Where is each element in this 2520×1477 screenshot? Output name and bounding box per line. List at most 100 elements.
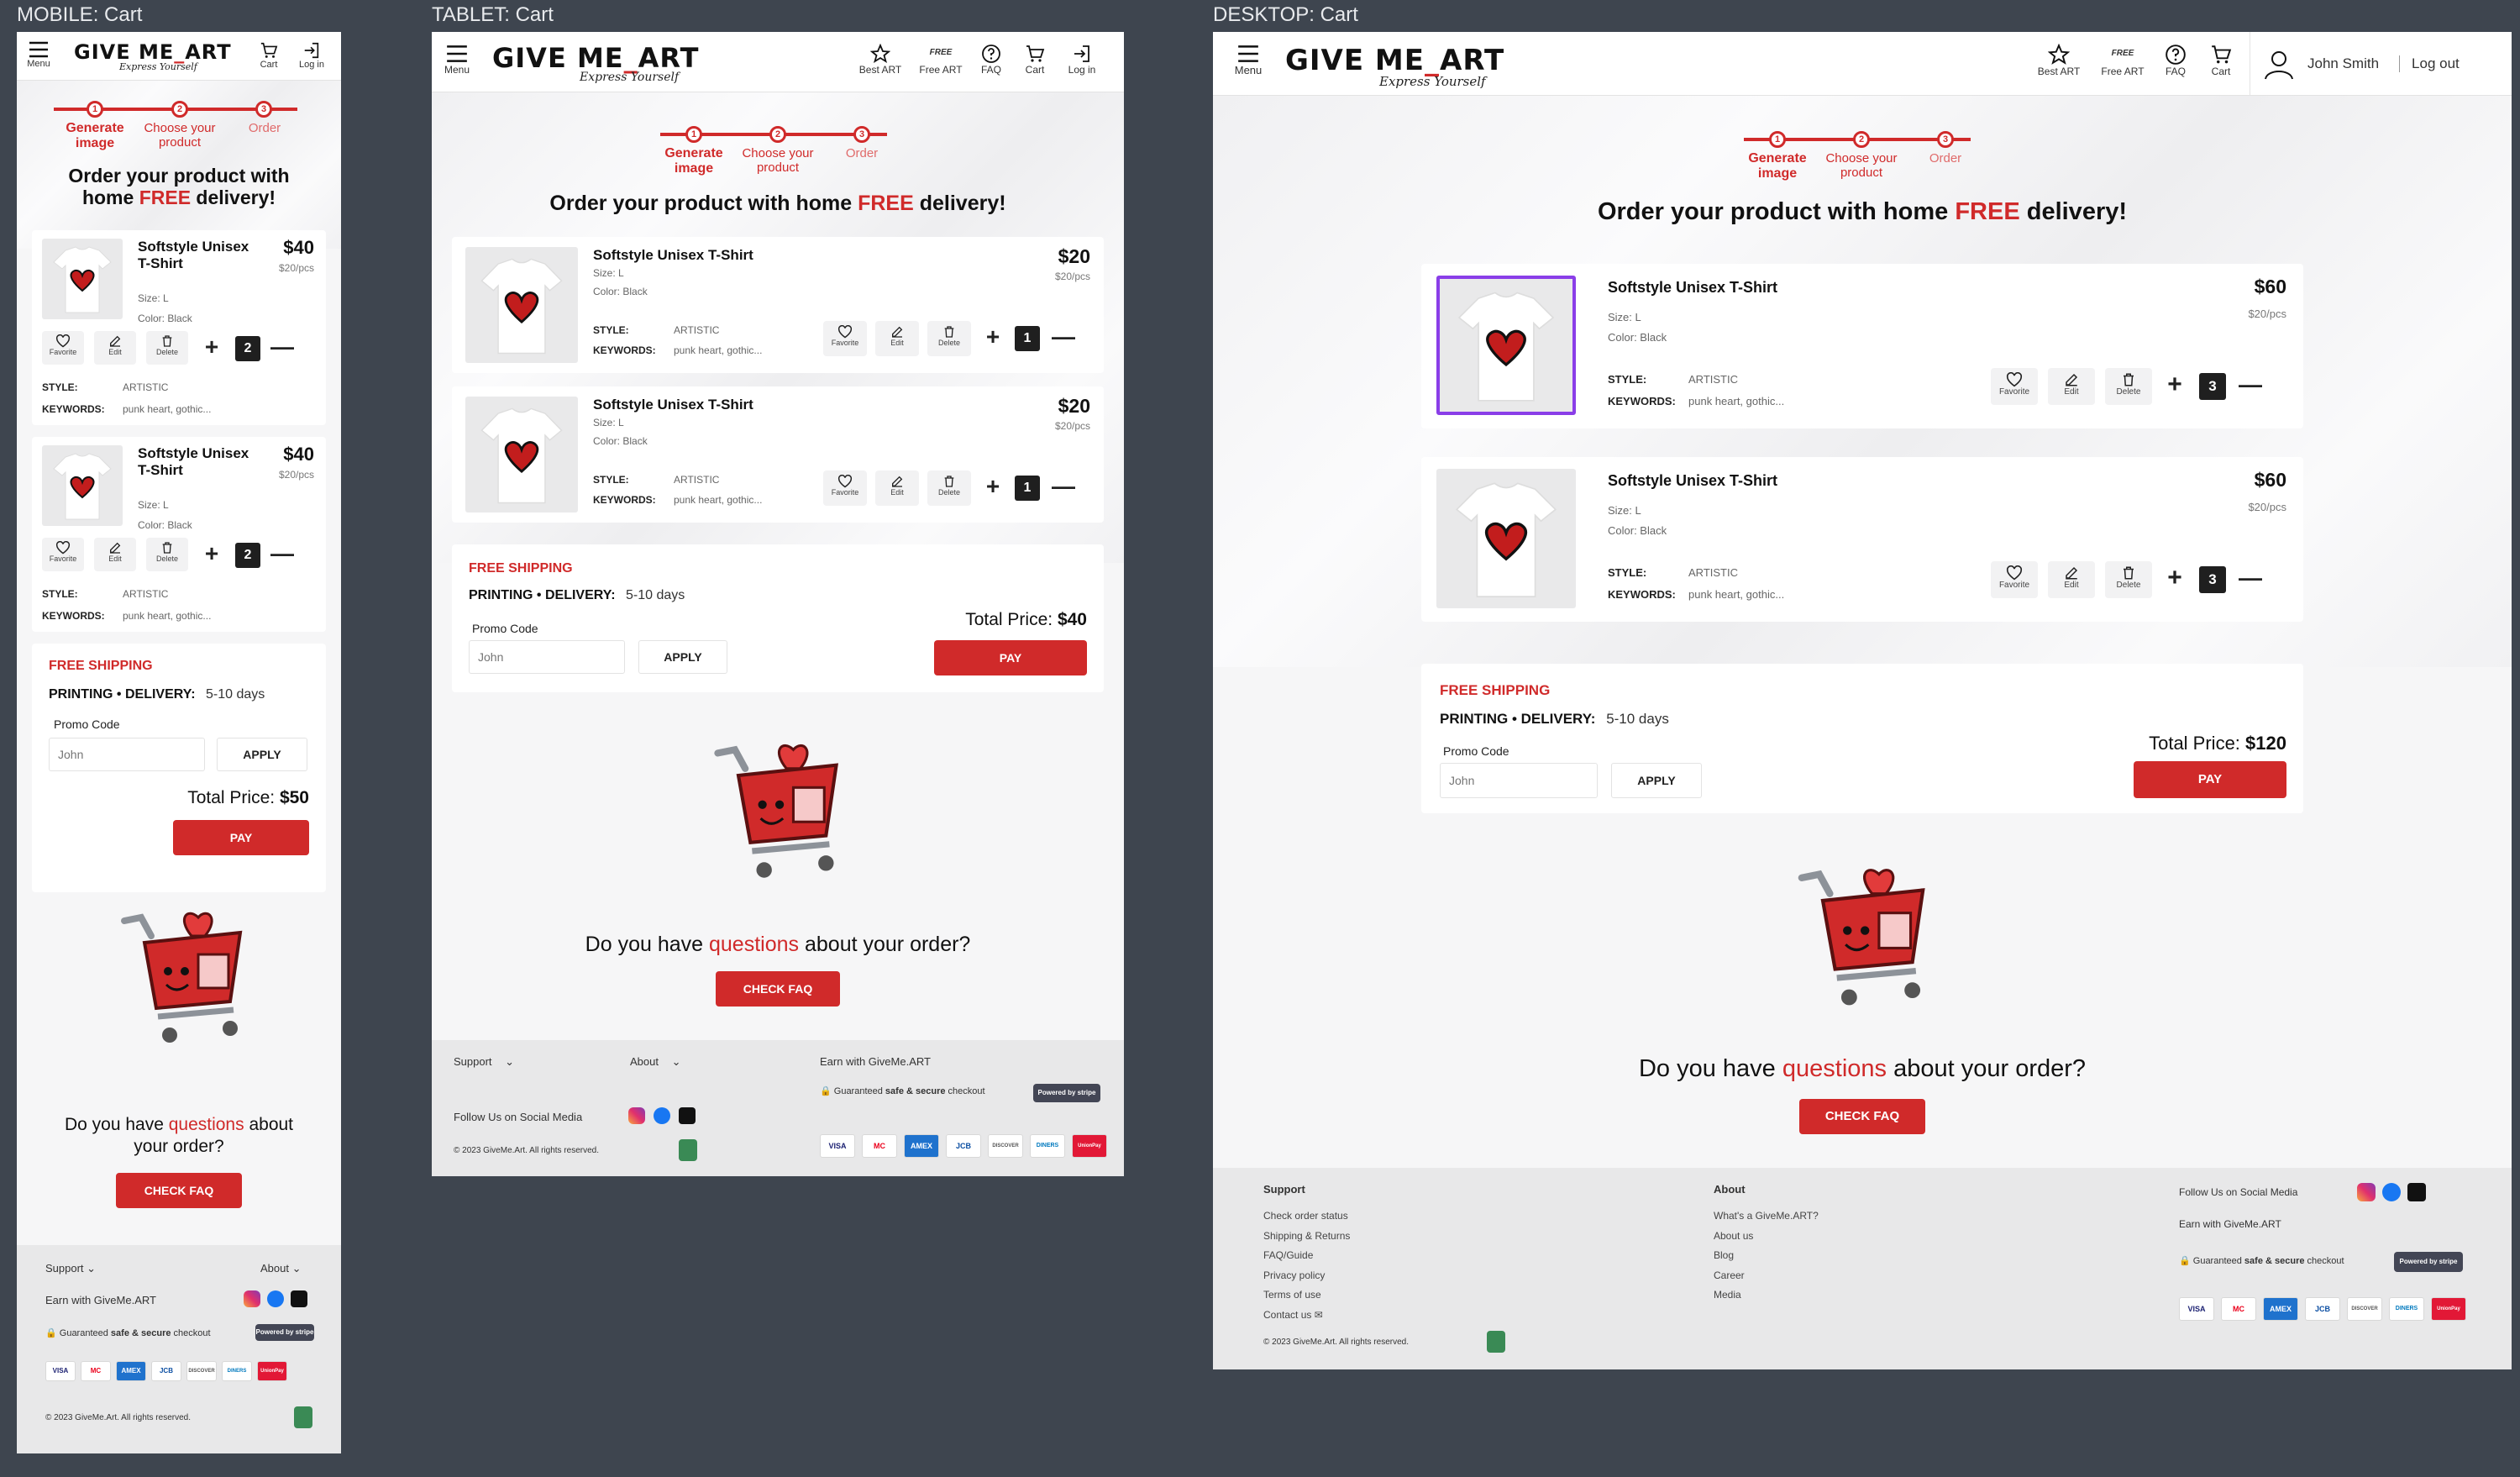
about-link[interactable]: Career (1714, 1266, 1819, 1286)
promo-code-input[interactable] (1440, 763, 1598, 798)
check-faq-button[interactable]: CHECK FAQ (1799, 1099, 1925, 1134)
quantity-value[interactable]: 2 (235, 543, 260, 568)
check-faq-button[interactable]: CHECK FAQ (716, 971, 840, 1007)
support-link[interactable]: FAQ/Guide (1263, 1246, 1350, 1266)
quantity-value[interactable]: 2 (235, 336, 260, 361)
edit-button[interactable]: Edit (2048, 561, 2095, 598)
facebook-icon[interactable] (267, 1290, 284, 1307)
cart-button[interactable]: Cart (254, 41, 284, 70)
login-button[interactable]: Log in (1063, 44, 1100, 76)
edit-button[interactable]: Edit (875, 321, 919, 356)
delete-button[interactable]: Delete (2105, 561, 2152, 598)
free-art-button[interactable]: FREE Free ART (916, 44, 966, 76)
favorite-button[interactable]: Favorite (1991, 561, 2038, 598)
logo[interactable]: GIVE ME_ART (1285, 44, 1504, 77)
quantity-value[interactable]: 1 (1015, 476, 1040, 501)
logo[interactable]: GIVE ME_ART (492, 42, 699, 74)
earn-link[interactable]: Earn with GiveMe.ART (820, 1055, 931, 1068)
decrease-qty-button[interactable]: — (269, 334, 296, 361)
apply-button[interactable]: APPLY (638, 640, 727, 674)
product-image[interactable] (465, 397, 578, 512)
increase-qty-button[interactable]: + (2160, 565, 2189, 593)
decrease-qty-button[interactable]: — (1050, 324, 1077, 351)
earn-link[interactable]: Earn with GiveMe.ART (2179, 1218, 2281, 1230)
free-art-button[interactable]: FREE Free ART (2097, 44, 2149, 77)
tiktok-icon[interactable] (291, 1290, 307, 1307)
quantity-value[interactable]: 1 (1015, 326, 1040, 351)
instagram-icon[interactable] (244, 1290, 260, 1307)
favorite-button[interactable]: Favorite (42, 538, 84, 571)
instagram-icon[interactable] (2357, 1183, 2376, 1201)
user-profile[interactable]: John Smith Log out (2250, 32, 2460, 96)
pay-button[interactable]: PAY (2134, 761, 2286, 798)
delete-button[interactable]: Delete (2105, 368, 2152, 405)
earn-link[interactable]: Earn with GiveMe.ART (45, 1294, 156, 1306)
support-link[interactable]: Privacy policy (1263, 1266, 1350, 1286)
pay-button[interactable]: PAY (934, 640, 1087, 675)
favorite-button[interactable]: Favorite (1991, 368, 2038, 405)
tiktok-icon[interactable] (679, 1107, 696, 1124)
about-link[interactable]: What's a GiveMe.ART? (1714, 1206, 1819, 1227)
decrease-qty-button[interactable]: — (2236, 371, 2265, 400)
promo-code-input[interactable] (49, 738, 205, 771)
edit-button[interactable]: Edit (2048, 368, 2095, 405)
faq-button[interactable]: FAQ (974, 44, 1008, 76)
favorite-button[interactable]: Favorite (823, 321, 867, 356)
increase-qty-button[interactable]: + (198, 334, 225, 361)
facebook-icon[interactable] (654, 1107, 670, 1124)
product-image[interactable] (465, 247, 578, 363)
cart-button[interactable]: Cart (1018, 44, 1052, 76)
decrease-qty-button[interactable]: — (1050, 474, 1077, 501)
footer-support-toggle[interactable]: Support ⌄ (454, 1055, 514, 1069)
facebook-icon[interactable] (2382, 1183, 2401, 1201)
faq-button[interactable]: FAQ (2159, 44, 2192, 77)
menu-button[interactable]: Menu (440, 44, 474, 76)
cart-button[interactable]: Cart (2204, 44, 2238, 77)
quantity-value[interactable]: 3 (2199, 566, 2226, 593)
increase-qty-button[interactable]: + (979, 324, 1006, 351)
promo-code-input[interactable] (469, 640, 625, 674)
login-button[interactable]: Log in (294, 41, 329, 70)
contact-us-link[interactable]: Contact us ✉ (1263, 1306, 1350, 1326)
about-link[interactable]: Blog (1714, 1246, 1819, 1266)
edit-button[interactable]: Edit (875, 470, 919, 506)
increase-qty-button[interactable]: + (979, 474, 1006, 501)
instagram-icon[interactable] (628, 1107, 645, 1124)
logout-link[interactable]: Log out (2412, 55, 2460, 72)
tiktok-icon[interactable] (2407, 1183, 2426, 1201)
quantity-value[interactable]: 3 (2199, 373, 2226, 400)
best-art-button[interactable]: Best ART (855, 44, 906, 76)
logo[interactable]: GIVE ME_ART (74, 40, 232, 64)
product-image[interactable] (42, 445, 123, 526)
support-link[interactable]: Check order status (1263, 1206, 1350, 1227)
apply-button[interactable]: APPLY (1611, 763, 1702, 798)
delete-button[interactable]: Delete (146, 331, 188, 365)
about-link[interactable]: Media (1714, 1285, 1819, 1306)
product-image[interactable] (42, 239, 123, 319)
decrease-qty-button[interactable]: — (269, 541, 296, 568)
pay-button[interactable]: PAY (173, 820, 309, 855)
edit-button[interactable]: Edit (94, 331, 136, 365)
footer-about-toggle[interactable]: About ⌄ (630, 1055, 681, 1069)
favorite-button[interactable]: Favorite (823, 470, 867, 506)
increase-qty-button[interactable]: + (2160, 371, 2189, 400)
delete-button[interactable]: Delete (927, 321, 971, 356)
delete-button[interactable]: Delete (146, 538, 188, 571)
menu-button[interactable]: Menu (1231, 44, 1265, 76)
edit-button[interactable]: Edit (94, 538, 136, 571)
check-faq-button[interactable]: CHECK FAQ (116, 1173, 242, 1208)
best-art-button[interactable]: Best ART (2033, 44, 2085, 77)
apply-button[interactable]: APPLY (217, 738, 307, 771)
menu-button[interactable]: Menu (22, 40, 55, 69)
support-link[interactable]: Shipping & Returns (1263, 1227, 1350, 1247)
about-link[interactable]: About us (1714, 1227, 1819, 1247)
decrease-qty-button[interactable]: — (2236, 565, 2265, 593)
delete-button[interactable]: Delete (927, 470, 971, 506)
favorite-button[interactable]: Favorite (42, 331, 84, 365)
support-link[interactable]: Terms of use (1263, 1285, 1350, 1306)
footer-support-toggle[interactable]: Support ⌄ (45, 1262, 96, 1275)
increase-qty-button[interactable]: + (198, 541, 225, 568)
product-image[interactable] (1436, 469, 1576, 608)
footer-about-toggle[interactable]: About ⌄ (260, 1262, 302, 1275)
product-image-selected[interactable] (1436, 276, 1576, 415)
